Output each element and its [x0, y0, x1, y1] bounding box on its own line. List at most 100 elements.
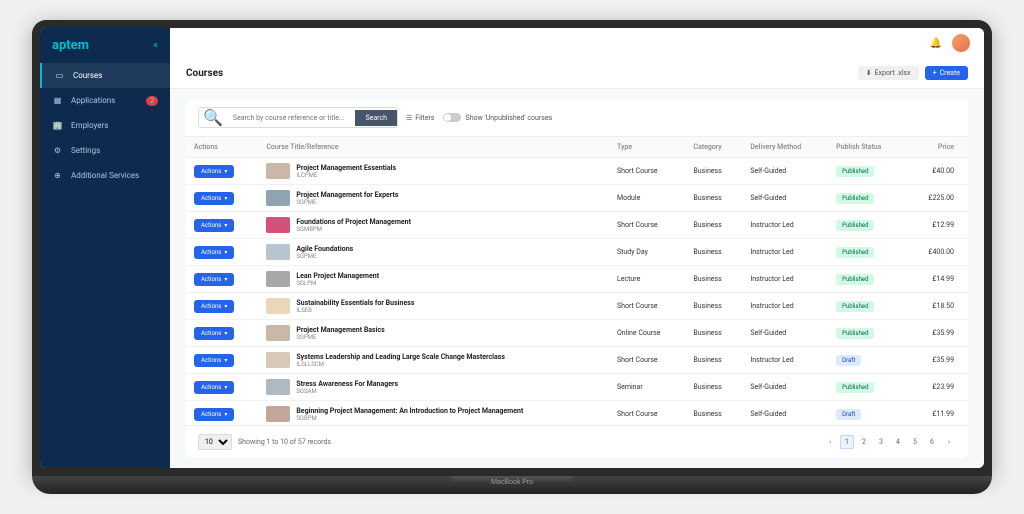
next-page-button[interactable]: ›	[942, 435, 956, 449]
sidebar-item-employers[interactable]: 🏢Employers	[40, 113, 170, 138]
search-input[interactable]	[227, 110, 356, 126]
course-delivery: Self-Guided	[742, 401, 828, 426]
course-type: Module	[609, 185, 685, 212]
page-button[interactable]: 4	[891, 435, 905, 449]
course-ref: SGPME	[296, 334, 384, 341]
course-thumbnail	[266, 271, 290, 287]
nav-label: Settings	[71, 146, 100, 155]
page-button[interactable]: 2	[857, 435, 871, 449]
chevron-down-icon: ▾	[224, 168, 227, 175]
row-actions-button[interactable]: Actions ▾	[194, 165, 234, 178]
table-header-row: Actions Course Title/Reference Type Cate…	[186, 137, 968, 158]
course-delivery: Instructor Led	[742, 347, 828, 374]
course-type: Short Course	[609, 212, 685, 239]
row-actions-button[interactable]: Actions ▾	[194, 192, 234, 205]
page-nav: ‹123456›	[823, 435, 956, 449]
page-button[interactable]: 3	[874, 435, 888, 449]
nav-icon: ⚙	[52, 145, 63, 156]
pagination: 10 Showing 1 to 10 of 57 records ‹123456…	[186, 425, 968, 458]
prev-page-button[interactable]: ‹	[823, 435, 837, 449]
course-ref: ILSLLSCM	[296, 361, 505, 368]
course-title[interactable]: Beginning Project Management: An Introdu…	[296, 407, 523, 415]
page-size: 10 Showing 1 to 10 of 57 records	[198, 434, 331, 450]
nav-icon: ▭	[54, 70, 65, 81]
course-title[interactable]: Agile Foundations	[296, 245, 353, 253]
course-title[interactable]: Systems Leadership and Leading Large Sca…	[296, 353, 505, 361]
page-button[interactable]: 5	[908, 435, 922, 449]
course-title[interactable]: Foundations of Project Management	[296, 218, 411, 226]
course-price: £14.99	[907, 266, 968, 293]
page-button[interactable]: 1	[840, 435, 854, 449]
row-actions-button[interactable]: Actions ▾	[194, 354, 234, 367]
toggle-switch[interactable]	[443, 113, 461, 122]
unpublished-toggle[interactable]: Show 'Unpublished' courses	[443, 113, 553, 122]
avatar[interactable]	[952, 34, 970, 52]
course-cell: Systems Leadership and Leading Large Sca…	[266, 352, 601, 368]
collapse-icon[interactable]: «	[153, 40, 158, 51]
chevron-down-icon: ▾	[224, 195, 227, 202]
row-actions-button[interactable]: Actions ▾	[194, 408, 234, 421]
chevron-down-icon: ▾	[224, 330, 227, 337]
nav-icon: ⊕	[52, 170, 63, 181]
row-actions-button[interactable]: Actions ▾	[194, 327, 234, 340]
table-row: Actions ▾ Sustainability Essentials for …	[186, 293, 968, 320]
header-actions: ⬇ Export .xlsx + Create	[858, 66, 968, 80]
sidebar-item-additional-services[interactable]: ⊕Additional Services	[40, 163, 170, 188]
course-thumbnail	[266, 352, 290, 368]
course-title[interactable]: Stress Awareness For Managers	[296, 380, 398, 388]
course-price: £35.99	[907, 347, 968, 374]
course-ref: SGPME	[296, 199, 398, 206]
course-type: Lecture	[609, 266, 685, 293]
notifications-icon[interactable]: 🔔	[930, 38, 942, 49]
course-ref: SGPME	[296, 253, 353, 260]
sidebar-item-settings[interactable]: ⚙ Settings	[40, 138, 170, 163]
create-button[interactable]: + Create	[925, 66, 968, 80]
export-button[interactable]: ⬇ Export .xlsx	[858, 66, 919, 80]
table-row: Actions ▾ Project Management EssentialsI…	[186, 158, 968, 185]
course-title[interactable]: Project Management Basics	[296, 326, 384, 334]
download-icon: ⬇	[866, 69, 872, 77]
course-cell: Foundations of Project ManagementSGMBPM	[266, 217, 601, 233]
col-delivery: Delivery Method	[742, 137, 828, 158]
course-price: £225.00	[907, 185, 968, 212]
course-ref: ILSEB	[296, 307, 414, 314]
course-type: Short Course	[609, 401, 685, 426]
table-row: Actions ▾ Stress Awareness For ManagersS…	[186, 374, 968, 401]
topbar: 🔔	[170, 28, 984, 58]
status-badge: Draft	[836, 355, 861, 366]
course-cell: Stress Awareness For ManagersSGSAM	[266, 379, 601, 395]
page-size-select[interactable]: 10	[198, 434, 232, 450]
course-type: Short Course	[609, 158, 685, 185]
nav-label: Applications	[71, 96, 115, 105]
row-actions-button[interactable]: Actions ▾	[194, 273, 234, 286]
search-button[interactable]: Search	[355, 110, 397, 126]
course-title[interactable]: Sustainability Essentials for Business	[296, 299, 414, 307]
course-type: Study Day	[609, 239, 685, 266]
course-title[interactable]: Project Management Essentials	[296, 164, 396, 172]
sidebar-item-applications[interactable]: ▦Applications2	[40, 88, 170, 113]
course-category: Business	[685, 266, 742, 293]
table-row: Actions ▾ Lean Project ManagementSGLPM L…	[186, 266, 968, 293]
status-badge: Published	[836, 274, 874, 285]
pagination-summary: Showing 1 to 10 of 57 records	[238, 438, 331, 446]
row-actions-button[interactable]: Actions ▾	[194, 300, 234, 313]
row-actions-button[interactable]: Actions ▾	[194, 246, 234, 259]
course-title[interactable]: Project Management for Experts	[296, 191, 398, 199]
row-actions-button[interactable]: Actions ▾	[194, 219, 234, 232]
sidebar-item-courses[interactable]: ▭Courses	[40, 63, 170, 88]
course-type: Seminar	[609, 374, 685, 401]
course-price: £12.99	[907, 212, 968, 239]
table-row: Actions ▾ Agile FoundationsSGPME Study D…	[186, 239, 968, 266]
screen: aptem « ▭Courses▦Applications2🏢Employers…	[40, 28, 984, 468]
table-wrap: Actions Course Title/Reference Type Cate…	[186, 137, 968, 425]
course-category: Business	[685, 401, 742, 426]
status-badge: Published	[836, 382, 874, 393]
course-title[interactable]: Lean Project Management	[296, 272, 379, 280]
course-thumbnail	[266, 379, 290, 395]
course-price: £11.99	[907, 401, 968, 426]
row-actions-button[interactable]: Actions ▾	[194, 381, 234, 394]
page-button[interactable]: 6	[925, 435, 939, 449]
status-badge: Published	[836, 301, 874, 312]
filters-button[interactable]: ☰ Filters	[406, 114, 435, 122]
course-category: Business	[685, 320, 742, 347]
